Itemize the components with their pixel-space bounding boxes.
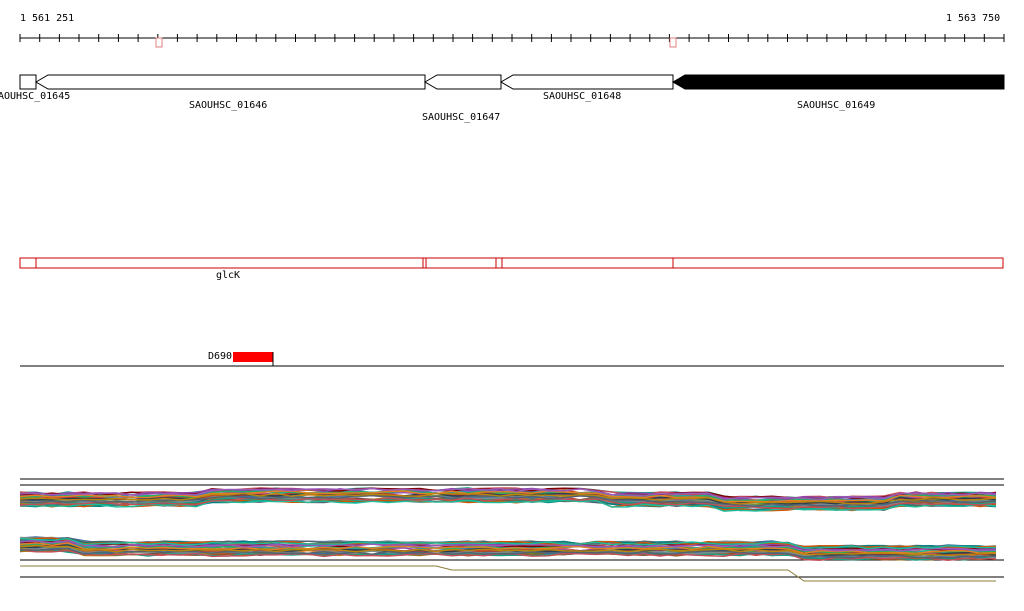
- feature-track: [20, 352, 1004, 367]
- feature-label[interactable]: D690: [208, 351, 232, 363]
- genome-browser-view: 1 561 251 1 563 750 AOUHSC_01645 SAOUHSC…: [0, 0, 1024, 611]
- gene-arrow-g3[interactable]: [424, 74, 502, 90]
- gene-label-g1[interactable]: AOUHSC_01645: [0, 91, 70, 103]
- coverage-plot: [19, 478, 1004, 582]
- feature-d690-bar[interactable]: [233, 352, 273, 362]
- track-canvas: [19, 34, 1005, 582]
- coordinate-ruler: [19, 34, 1005, 48]
- ruler-marker: [669, 37, 677, 48]
- gene-label-g3[interactable]: SAOUHSC_01647: [422, 112, 500, 124]
- coordinate-end-label: 1 563 750: [946, 13, 1001, 24]
- annotation-track: [19, 257, 1004, 269]
- ruler-marker: [155, 37, 163, 48]
- annotation-label[interactable]: glcK: [216, 270, 240, 282]
- gene-arrow-g1[interactable]: [19, 74, 37, 90]
- gene-label-g2[interactable]: SAOUHSC_01646: [189, 100, 267, 112]
- coverage-line: [20, 565, 996, 582]
- annotation-box[interactable]: [19, 257, 1004, 269]
- gene-track: [19, 74, 1005, 90]
- gene-arrow-g5[interactable]: [672, 74, 1005, 90]
- gene-arrow-g4[interactable]: [500, 74, 674, 90]
- coordinate-start-label: 1 561 251: [20, 13, 75, 24]
- gene-label-g5[interactable]: SAOUHSC_01649: [797, 100, 875, 112]
- gene-arrow-g2[interactable]: [35, 74, 426, 90]
- gene-label-g4[interactable]: SAOUHSC_01648: [543, 91, 621, 103]
